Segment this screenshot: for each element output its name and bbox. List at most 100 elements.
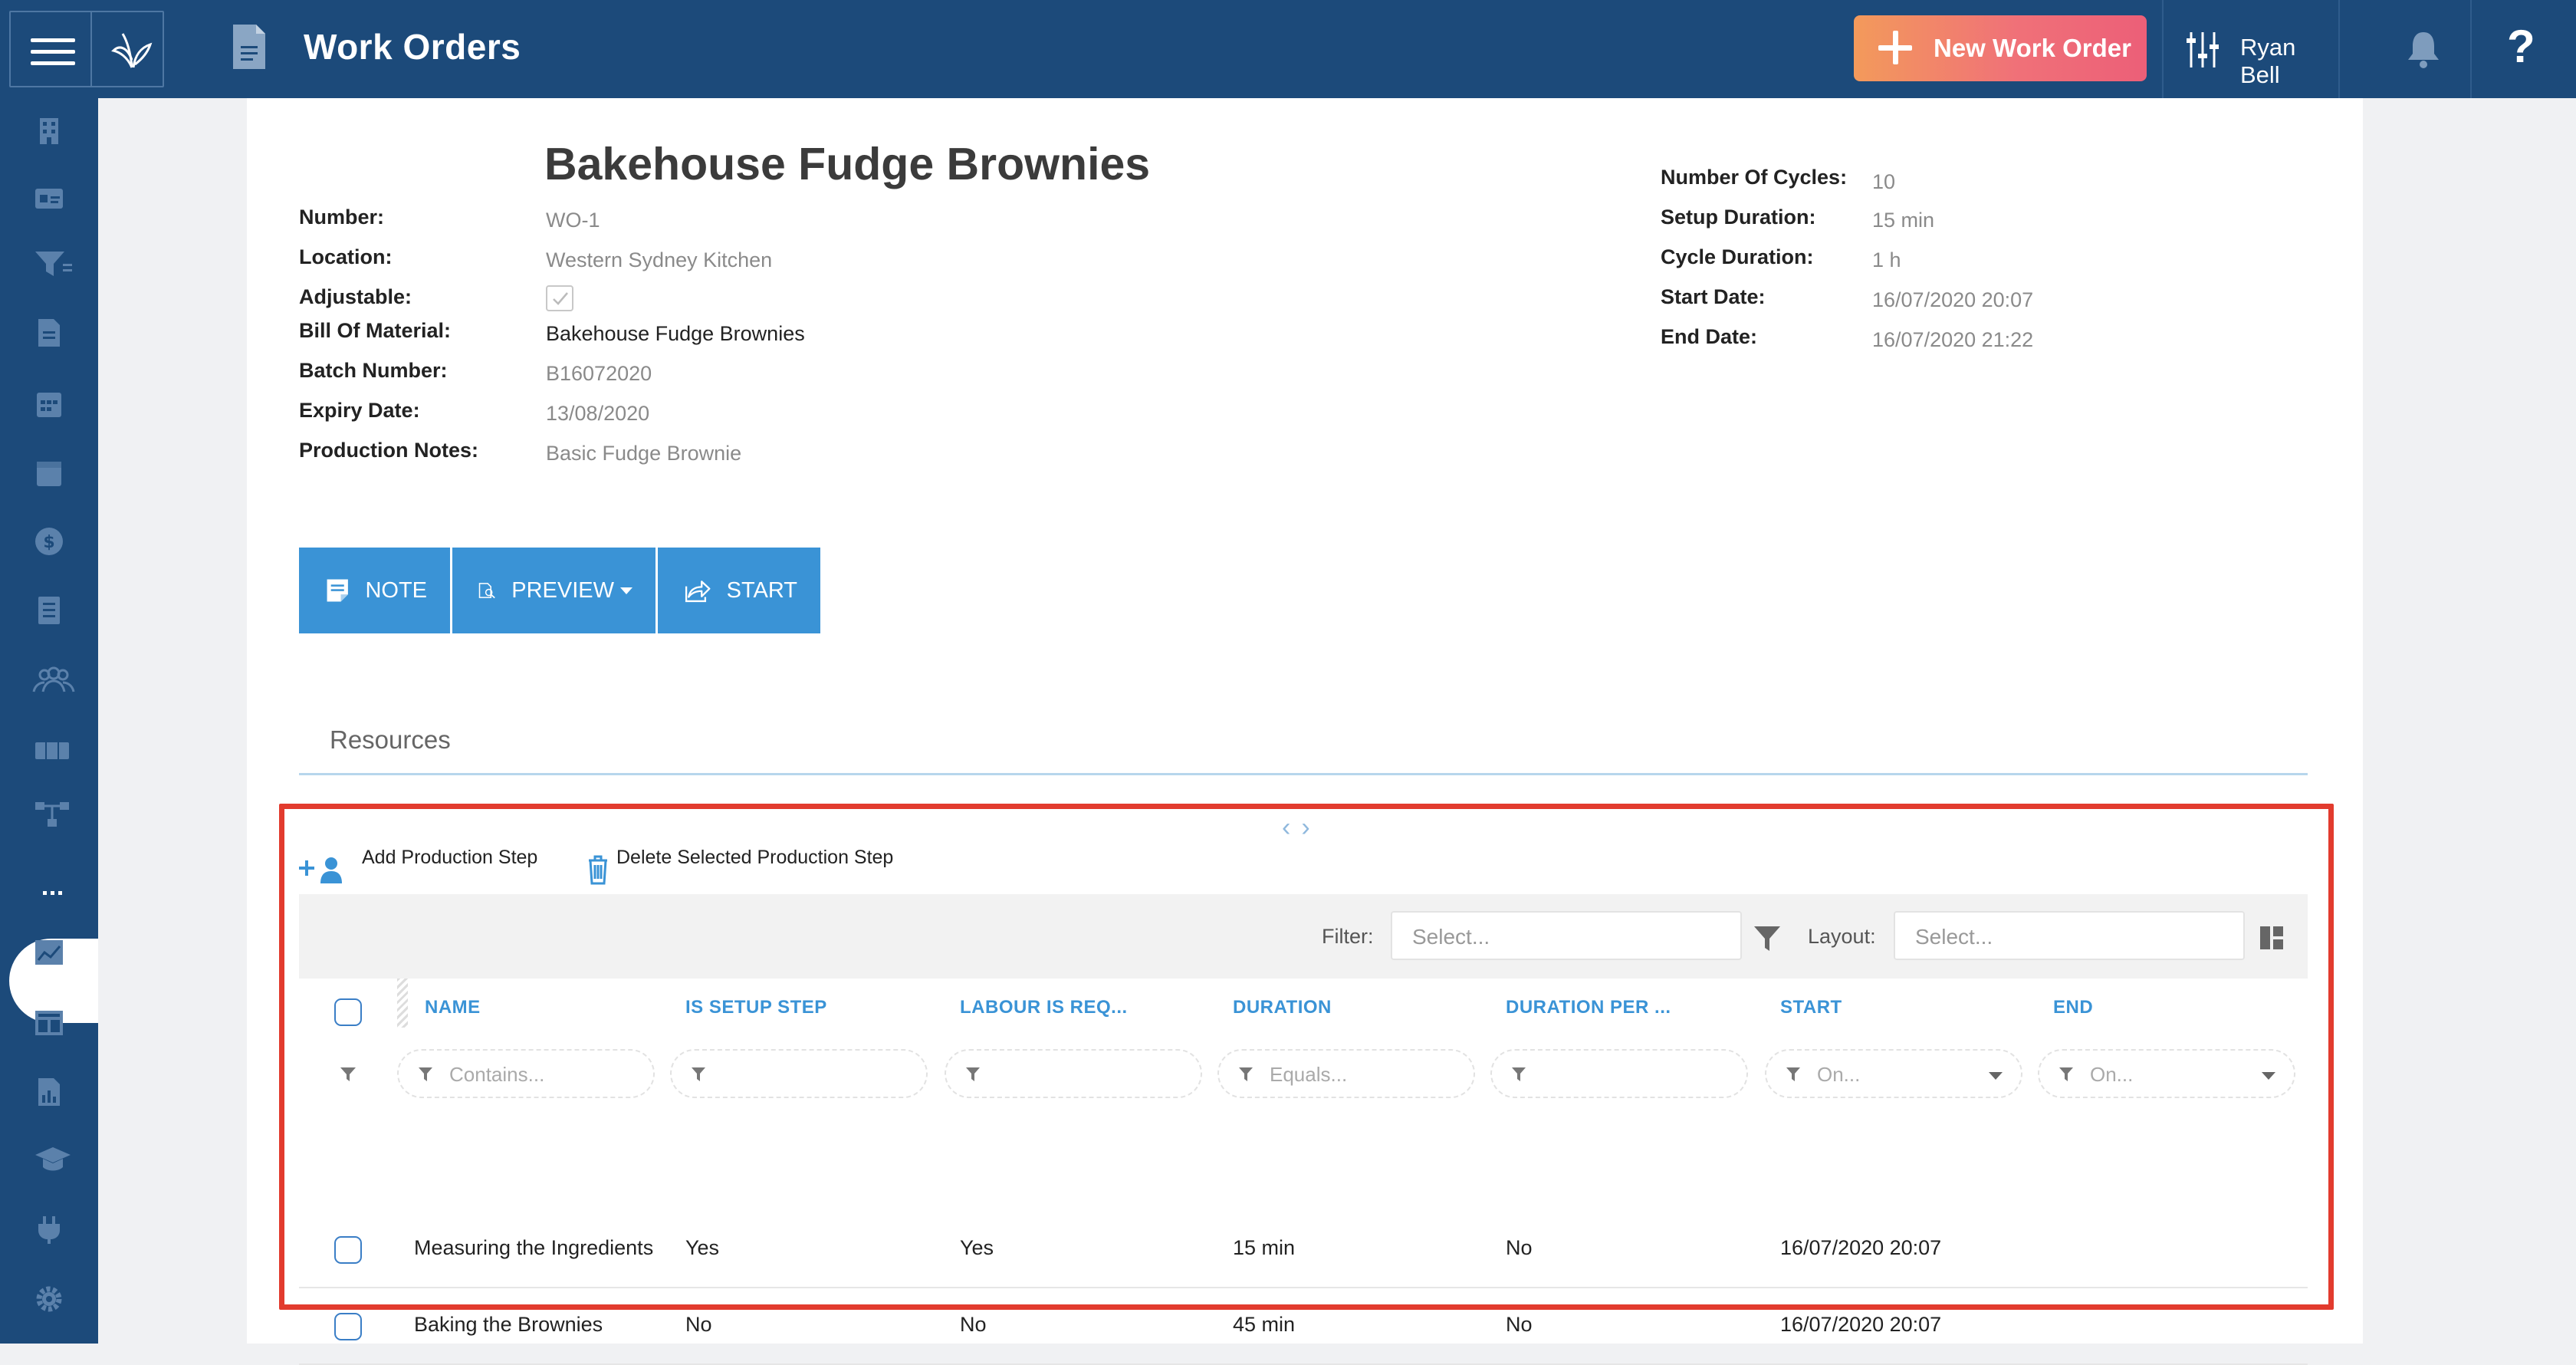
plus-icon — [1878, 31, 1912, 64]
start-date-value: 16/07/2020 20:07 — [1872, 288, 2034, 311]
column-header-start[interactable]: START — [1780, 997, 1842, 1018]
batch-number-label: Batch Number: — [299, 359, 448, 382]
filter-labour-input[interactable] — [945, 1049, 1202, 1098]
adjustable-checkbox[interactable] — [546, 285, 573, 311]
location-label: Location: — [299, 245, 393, 268]
notification-bell-icon[interactable] — [2404, 29, 2443, 69]
note-icon — [327, 579, 348, 602]
table-row[interactable]: Baking the Brownies No No 45 min No 16/0… — [299, 1288, 2308, 1365]
bar-report-icon[interactable] — [34, 1077, 64, 1107]
batch-number-value: B16072020 — [546, 362, 652, 385]
note-label: NOTE — [365, 577, 427, 603]
column-header-end[interactable]: END — [2053, 997, 2093, 1018]
graduation-cap-icon[interactable] — [34, 1144, 72, 1175]
add-production-step-button[interactable]: Add Production Step — [362, 847, 537, 869]
add-user-icon[interactable] — [297, 853, 345, 886]
preview-button[interactable]: PREVIEW — [452, 548, 658, 633]
trend-chart-icon[interactable] — [34, 937, 64, 968]
id-card-icon[interactable] — [34, 183, 64, 213]
row-checkbox[interactable] — [334, 1236, 362, 1264]
calendar-icon[interactable] — [34, 457, 64, 488]
cell-start: 16/07/2020 20:07 — [1780, 1313, 1942, 1336]
start-label: START — [726, 577, 797, 603]
start-button[interactable]: START — [658, 548, 820, 633]
funnel-icon — [966, 1067, 980, 1081]
number-value: WO-1 — [546, 209, 600, 232]
trash-icon[interactable] — [586, 853, 610, 885]
user-menu[interactable]: Ryan Bell — [2164, 0, 2338, 98]
funnel-icon[interactable] — [1753, 925, 1782, 952]
funnel-icon — [692, 1067, 705, 1081]
calendar-grid-icon[interactable] — [34, 388, 64, 419]
column-header-name[interactable]: NAME — [425, 997, 481, 1018]
hierarchy-icon[interactable] — [34, 799, 71, 830]
cell-labour: No — [960, 1313, 987, 1336]
users-group-icon[interactable] — [31, 664, 77, 695]
expiry-date-value: 13/08/2020 — [546, 402, 650, 425]
filter-duration-input[interactable]: Equals... — [1217, 1049, 1475, 1098]
end-date-value: 16/07/2020 21:22 — [1872, 328, 2034, 351]
column-header-duration-per[interactable]: DURATION PER ... — [1506, 997, 1671, 1018]
preview-label: PREVIEW — [511, 577, 614, 603]
funnel-filter-icon[interactable] — [34, 248, 74, 279]
top-bar: Work Orders New Work Order Ryan Bell ? — [0, 0, 2576, 98]
page-title: Work Orders — [304, 27, 521, 67]
grid-header: NAME IS SETUP STEP LABOUR IS REQ... DURA… — [299, 979, 2308, 1049]
bill-of-material-value[interactable]: Bakehouse Fudge Brownies — [546, 322, 805, 346]
layout-grid-icon[interactable] — [2259, 925, 2285, 951]
ticket-icon[interactable] — [34, 735, 71, 765]
building-icon[interactable] — [34, 115, 64, 146]
filter-duration-per-input[interactable] — [1490, 1049, 1748, 1098]
factory-icon[interactable] — [34, 870, 69, 900]
column-header-duration[interactable]: DURATION — [1233, 997, 1332, 1018]
hamburger-icon[interactable] — [31, 38, 75, 65]
file-icon[interactable] — [34, 317, 64, 348]
cell-is-setup-step: Yes — [685, 1236, 720, 1259]
help-icon[interactable]: ? — [2507, 20, 2535, 73]
svg-text:$: $ — [43, 533, 54, 552]
filter-end-input[interactable]: On... — [2038, 1049, 2295, 1098]
funnel-icon — [1786, 1067, 1800, 1081]
tab-resources[interactable]: Resources — [330, 725, 451, 755]
new-work-order-button[interactable]: New Work Order — [1854, 15, 2147, 81]
column-resize-grip[interactable] — [397, 979, 408, 1028]
brand-leaf-icon[interactable] — [109, 29, 155, 72]
filter-select[interactable]: Select... — [1391, 911, 1742, 960]
share-forward-icon — [685, 581, 711, 603]
filter-is-setup-step-input[interactable] — [670, 1049, 928, 1098]
gear-icon[interactable] — [34, 1284, 64, 1314]
tab-scroll-arrows[interactable]: ‹› — [1282, 813, 1321, 843]
checklist-icon[interactable] — [34, 595, 64, 626]
number-of-cycles-value: 10 — [1872, 170, 1896, 193]
filter-label: Filter: — [1322, 925, 1374, 948]
plug-icon[interactable] — [34, 1215, 64, 1245]
layout-select[interactable]: Select... — [1894, 911, 2245, 960]
number-of-cycles-label: Number Of Cycles: — [1661, 166, 1848, 189]
end-date-label: End Date: — [1661, 325, 1758, 348]
column-header-is-setup-step[interactable]: IS SETUP STEP — [685, 997, 827, 1018]
sidebar: $ — [0, 98, 98, 1344]
filter-name-placeholder: Contains... — [449, 1063, 545, 1086]
checkmark-icon — [553, 292, 568, 305]
cell-duration: 15 min — [1233, 1236, 1296, 1259]
new-work-order-label: New Work Order — [1934, 34, 2131, 62]
layout-panel-icon[interactable] — [34, 1008, 64, 1038]
select-all-checkbox[interactable] — [334, 998, 362, 1026]
table-row[interactable]: Measuring the Ingredients Yes Yes 15 min… — [299, 1212, 2308, 1288]
funnel-icon — [1512, 1067, 1526, 1081]
chevron-down-icon — [1989, 1072, 2003, 1080]
dollar-icon[interactable]: $ — [34, 526, 64, 557]
number-label: Number: — [299, 206, 385, 229]
filter-start-input[interactable]: On... — [1765, 1049, 2022, 1098]
delete-selected-production-step-button[interactable]: Delete Selected Production Step — [616, 847, 893, 869]
user-name: Ryan Bell — [2240, 34, 2296, 88]
note-button[interactable]: NOTE — [299, 548, 452, 633]
cell-duration-per: No — [1506, 1313, 1533, 1336]
row-checkbox[interactable] — [334, 1313, 362, 1340]
filter-name-input[interactable]: Contains... — [397, 1049, 655, 1098]
location-value: Western Sydney Kitchen — [546, 248, 773, 271]
grid-filter-bar: Filter: Select... Layout: Select... — [299, 894, 2308, 979]
column-header-labour-is-required[interactable]: LABOUR IS REQ... — [960, 997, 1128, 1018]
funnel-icon — [2059, 1067, 2073, 1081]
cycle-duration-value: 1 h — [1872, 248, 1901, 271]
